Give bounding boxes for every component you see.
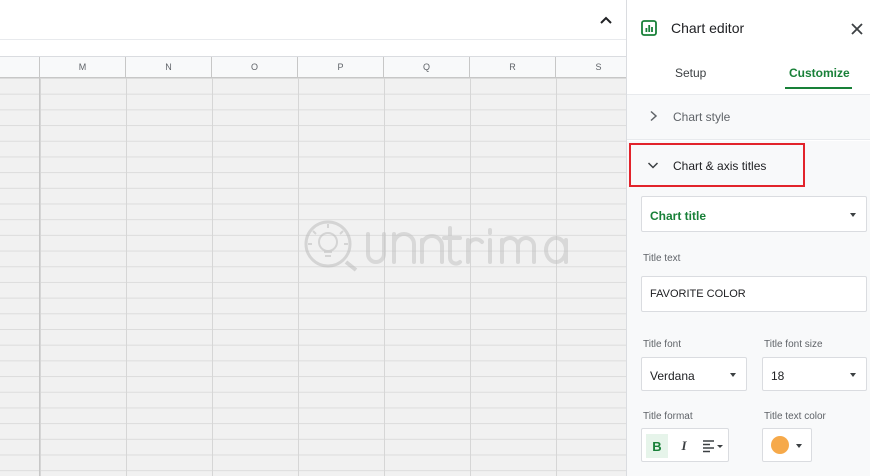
title-font-size-select[interactable]: 18 xyxy=(762,357,867,391)
column-header[interactable]: M xyxy=(40,57,126,77)
align-left-icon xyxy=(703,440,723,453)
section-chart-style-label: Chart style xyxy=(673,110,731,124)
title-text-color-label: Title text color xyxy=(764,411,826,422)
chart-editor-title: Chart editor xyxy=(671,20,745,36)
title-font-size-value: 18 xyxy=(771,369,785,383)
section-chart-axis-titles: Chart & axis titles Chart title Title te… xyxy=(627,141,870,476)
section-chart-axis-titles-label: Chart & axis titles xyxy=(673,159,767,173)
column-header[interactable]: Q xyxy=(384,57,470,77)
tab-customize[interactable]: Customize xyxy=(789,66,850,80)
column-header[interactable]: S xyxy=(556,57,626,77)
align-dropdown-button[interactable] xyxy=(700,434,726,458)
sheet-toolbar xyxy=(0,0,626,40)
column-header-corner xyxy=(0,57,40,77)
section-chart-axis-titles-header[interactable]: Chart & axis titles xyxy=(629,143,805,187)
title-font-size-label: Title font size xyxy=(764,339,823,350)
spreadsheet-area: M N O P Q R S xyxy=(0,0,626,476)
active-tab-indicator xyxy=(785,87,852,89)
watermark-logo xyxy=(304,220,569,272)
title-text-label: Title text xyxy=(643,253,681,264)
column-header[interactable]: N xyxy=(126,57,212,77)
caret-down-icon xyxy=(730,373,736,377)
title-format-label: Title format xyxy=(643,411,693,422)
chevron-up-icon xyxy=(600,16,612,24)
column-header[interactable]: P xyxy=(298,57,384,77)
chart-editor-header: Chart editor xyxy=(627,0,870,56)
title-type-value: Chart title xyxy=(650,209,707,223)
caret-down-icon xyxy=(850,373,856,377)
bold-button[interactable]: B xyxy=(646,434,668,458)
title-font-select[interactable]: Verdana xyxy=(641,357,747,391)
column-header[interactable]: R xyxy=(470,57,556,77)
title-text-input[interactable] xyxy=(641,276,867,312)
sheet-spacer xyxy=(0,40,626,56)
title-font-value: Verdana xyxy=(650,369,695,383)
chart-icon xyxy=(641,20,657,36)
column-header[interactable]: O xyxy=(212,57,298,77)
row-header-column xyxy=(0,78,40,476)
title-type-select[interactable]: Chart title xyxy=(641,196,867,232)
tab-setup[interactable]: Setup xyxy=(675,66,706,80)
chart-editor-panel: Chart editor Setup Customize Chart style… xyxy=(626,0,870,476)
title-format-toolbar: B I xyxy=(641,428,729,462)
editor-tabs: Setup Customize xyxy=(627,56,870,92)
collapse-toolbar-button[interactable] xyxy=(596,10,616,30)
close-icon[interactable] xyxy=(849,21,865,37)
italic-button[interactable]: I xyxy=(674,434,694,458)
column-header-row: M N O P Q R S xyxy=(0,56,626,78)
caret-down-icon xyxy=(796,444,802,448)
caret-down-icon xyxy=(850,213,856,217)
color-swatch xyxy=(771,436,789,454)
chevron-down-icon xyxy=(647,162,659,169)
section-chart-style[interactable]: Chart style xyxy=(627,94,870,140)
title-font-label: Title font xyxy=(643,339,681,350)
chevron-right-icon xyxy=(650,110,658,122)
title-text-color-button[interactable] xyxy=(762,428,812,462)
